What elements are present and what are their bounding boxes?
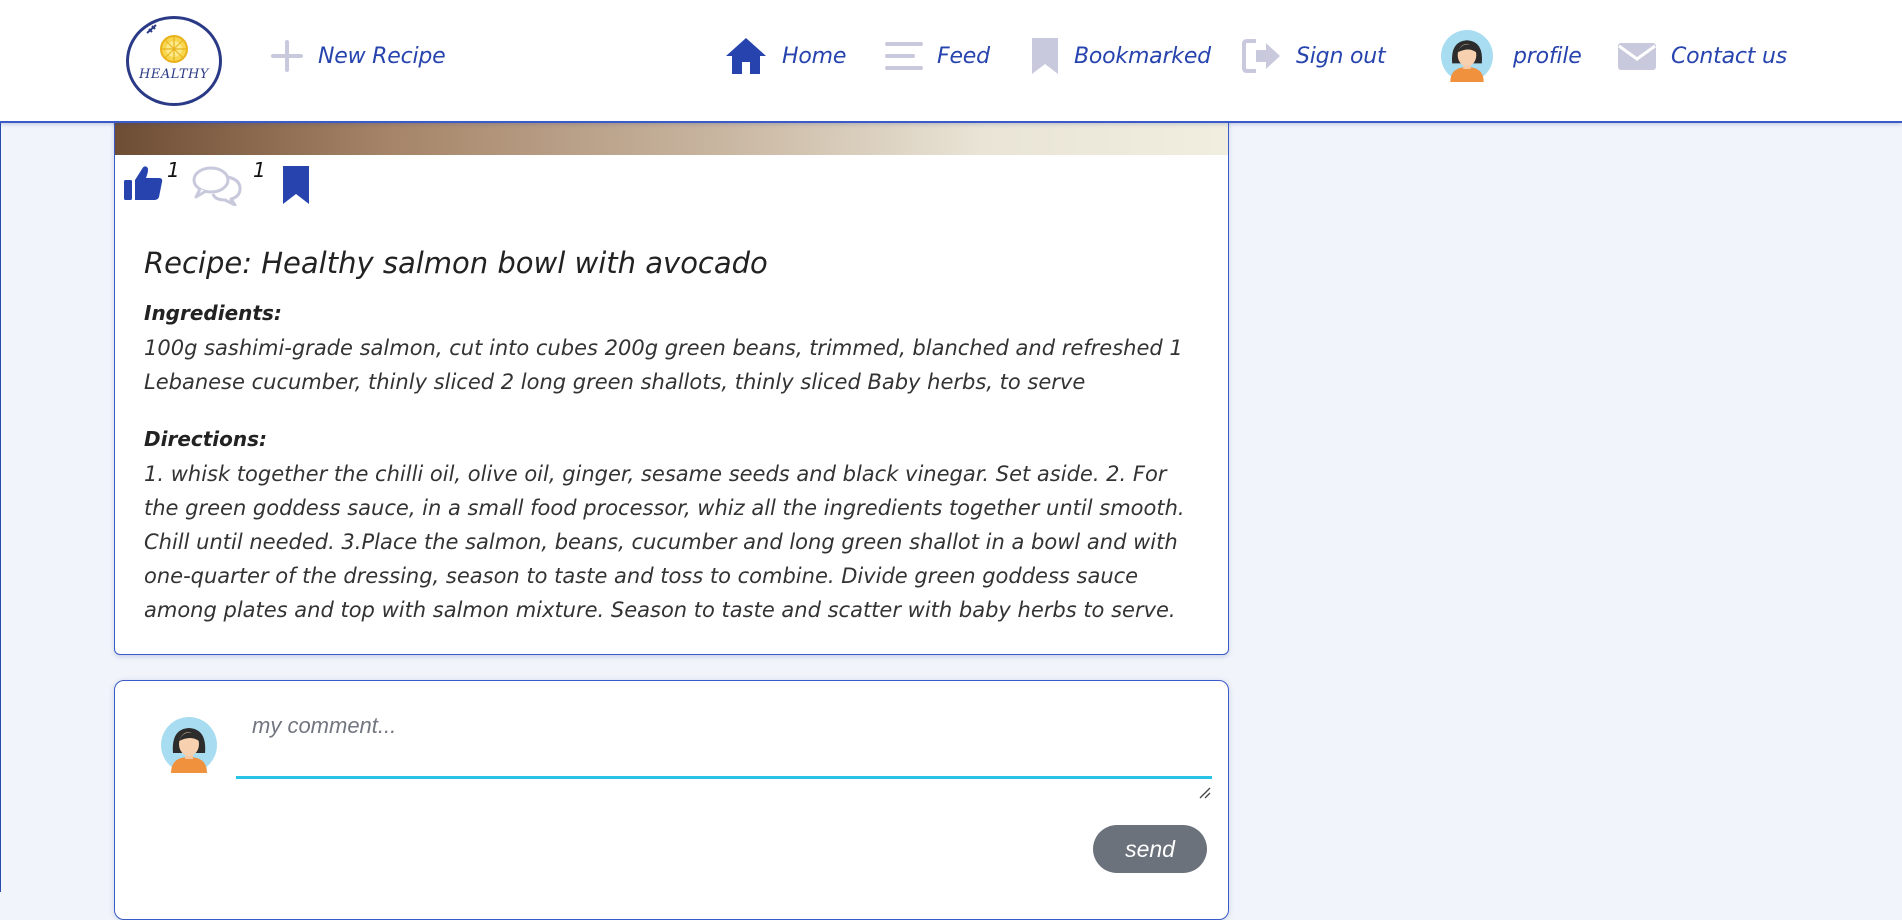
lemon-icon [146, 24, 188, 63]
comment-form: send [114, 680, 1229, 920]
feed-link[interactable]: Feed [885, 28, 990, 84]
envelope-icon [1617, 40, 1657, 72]
comment-count: 1 [253, 158, 266, 182]
page-left-border [0, 0, 1, 892]
sign-out-icon [1242, 38, 1282, 74]
bookmark-recipe-icon[interactable] [281, 164, 311, 210]
top-navbar: HEALTHY New Recipe Home Feed Bookmarked … [0, 0, 1902, 123]
bookmarked-link[interactable]: Bookmarked [1030, 28, 1211, 84]
home-icon [724, 36, 768, 76]
sign-out-link[interactable]: Sign out [1242, 28, 1386, 84]
avatar [161, 717, 217, 773]
comment-input[interactable] [236, 701, 1212, 779]
bookmark-icon [1030, 36, 1060, 76]
directions-heading: Directions: [144, 427, 268, 451]
home-label: Home [782, 43, 847, 69]
feed-label: Feed [937, 43, 990, 69]
plus-icon [270, 39, 304, 73]
sign-out-label: Sign out [1296, 43, 1386, 69]
new-recipe-link[interactable]: New Recipe [270, 28, 446, 84]
avatar-icon [1441, 30, 1493, 82]
bookmarked-label: Bookmarked [1074, 43, 1211, 69]
recipe-card: 1 1 Recipe: Healthy salmon bowl with avo… [114, 100, 1229, 655]
logo-text: HEALTHY [139, 67, 209, 82]
like-count: 1 [167, 158, 180, 182]
like-icon[interactable] [123, 164, 165, 206]
profile-link[interactable]: profile [1441, 28, 1582, 84]
site-logo[interactable]: HEALTHY [126, 16, 222, 106]
ingredients-heading: Ingredients: [144, 301, 282, 325]
avatar-icon [161, 717, 217, 773]
new-recipe-label: New Recipe [318, 43, 446, 69]
profile-label: profile [1513, 43, 1582, 69]
menu-lines-icon [885, 40, 923, 72]
home-link[interactable]: Home [724, 28, 846, 84]
contact-link[interactable]: Contact us [1617, 28, 1787, 84]
directions-text: 1. whisk together the chilli oil, olive … [144, 462, 1185, 622]
recipe-title: Recipe: Healthy salmon bowl with avocado [144, 246, 768, 280]
send-button[interactable]: send [1093, 825, 1207, 873]
resize-grip-icon[interactable] [1199, 784, 1211, 803]
comment-icon[interactable] [191, 164, 245, 210]
contact-label: Contact us [1671, 43, 1787, 69]
ingredients-text: 100g sashimi-grade salmon, cut into cube… [144, 336, 1183, 394]
